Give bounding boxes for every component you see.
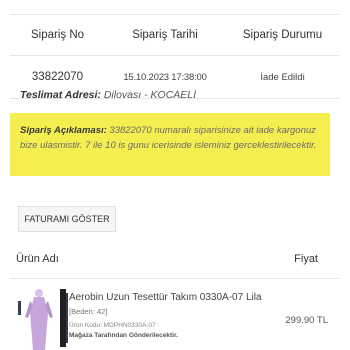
order-detail-page: Sipariş No Sipariş Tarihi Sipariş Durumu…	[0, 0, 350, 350]
product-price: 299.90 TL	[285, 315, 328, 326]
delivery-address-value: Dilovası - KOCAELİ	[103, 89, 197, 101]
product-size: [Beden: 42]	[69, 307, 108, 316]
product-name[interactable]: Aerobin Uzun Tesettür Takım 0330A-07 Lil…	[69, 292, 279, 303]
order-status-value: İade Edildi	[260, 71, 305, 83]
order-notice-box: Sipariş Açıklaması: 33822070 numaralı si…	[10, 113, 330, 176]
show-invoice-button[interactable]: FATURAMI GÖSTER	[18, 206, 116, 232]
delivery-address: Teslimat Adresi: Dilovası - KOCAELİ	[20, 89, 196, 101]
product-name-column-header: Ürün Adı	[16, 253, 59, 265]
product-row: Aerobin Uzun Tesettür Takım 0330A-07 Lil…	[10, 279, 340, 350]
product-info: Aerobin Uzun Tesettür Takım 0330A-07 Lil…	[69, 292, 279, 339]
order-info-header-row: Sipariş No Sipariş Tarihi Sipariş Durumu	[10, 15, 340, 56]
price-column-header: Fiyat	[294, 253, 318, 265]
order-status-header: Sipariş Durumu	[242, 29, 323, 41]
delivery-address-label: Teslimat Adresi:	[20, 89, 101, 101]
product-photo-icon[interactable]	[14, 283, 72, 350]
order-info-table: Sipariş No Sipariş Tarihi Sipariş Durumu…	[10, 14, 340, 99]
order-date-header: Sipariş Tarihi	[132, 29, 198, 41]
product-code: Ürün Kodu: MDPHN0330A-07	[69, 322, 156, 329]
order-no-header: Sipariş No	[30, 29, 85, 41]
product-seller-note: Mağaza Tarafından Gönderilecektir.	[69, 332, 178, 339]
order-date-value: 15.10.2023 17:38:00	[123, 71, 207, 83]
products-table-header: Ürün Adı Fiyat	[10, 240, 340, 279]
order-no-value: 33822070	[31, 71, 84, 83]
order-notice-label: Sipariş Açıklaması:	[20, 125, 107, 136]
